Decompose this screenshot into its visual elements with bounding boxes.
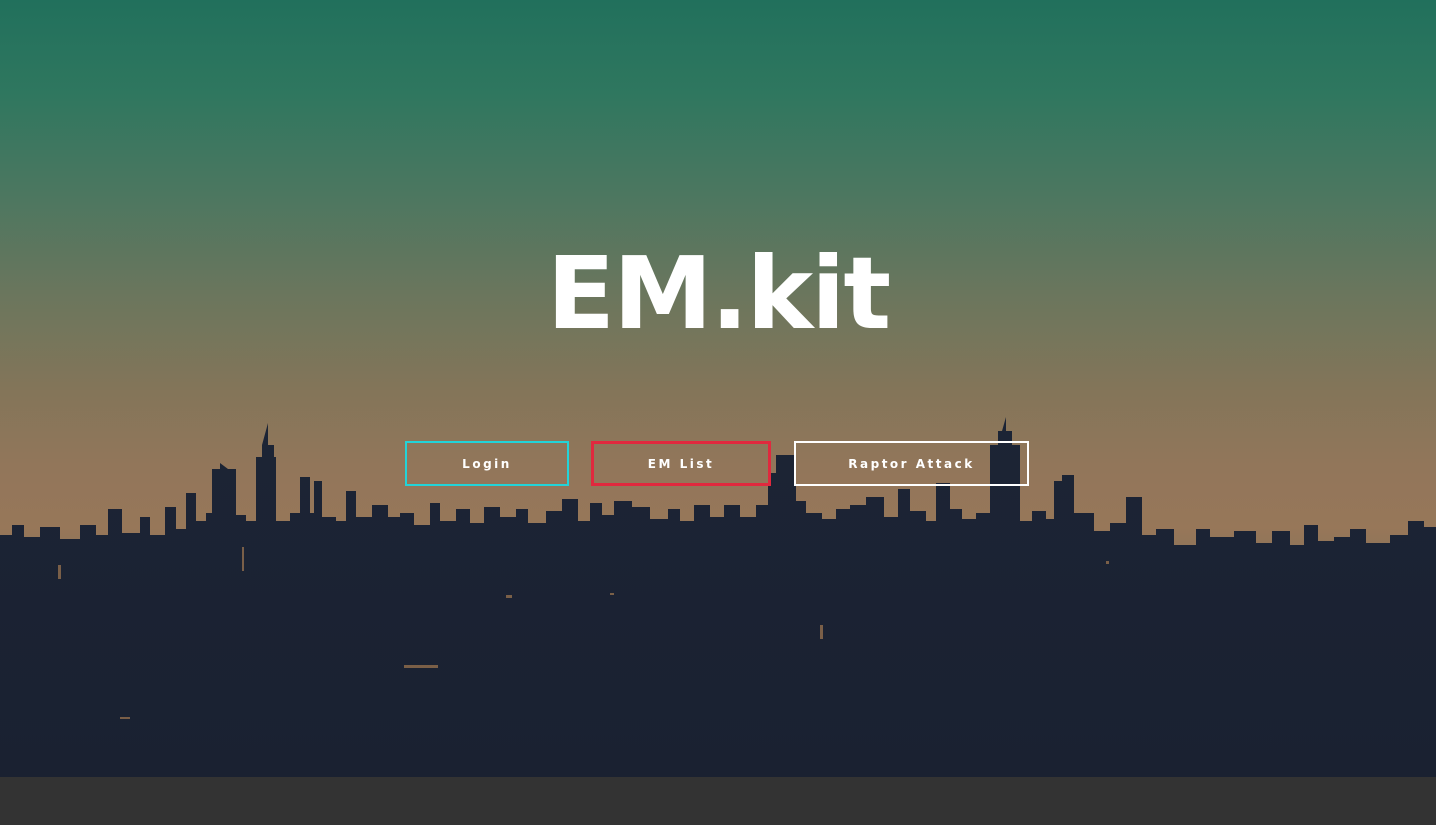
raptor-attack-button[interactable]: Raptor Attack xyxy=(794,441,1029,486)
hero-section xyxy=(0,0,1436,777)
site-title: EM.kit xyxy=(546,235,891,352)
footer-bar xyxy=(0,777,1436,825)
em-list-button[interactable]: EM List xyxy=(591,441,771,486)
login-button[interactable]: Login xyxy=(405,441,569,486)
